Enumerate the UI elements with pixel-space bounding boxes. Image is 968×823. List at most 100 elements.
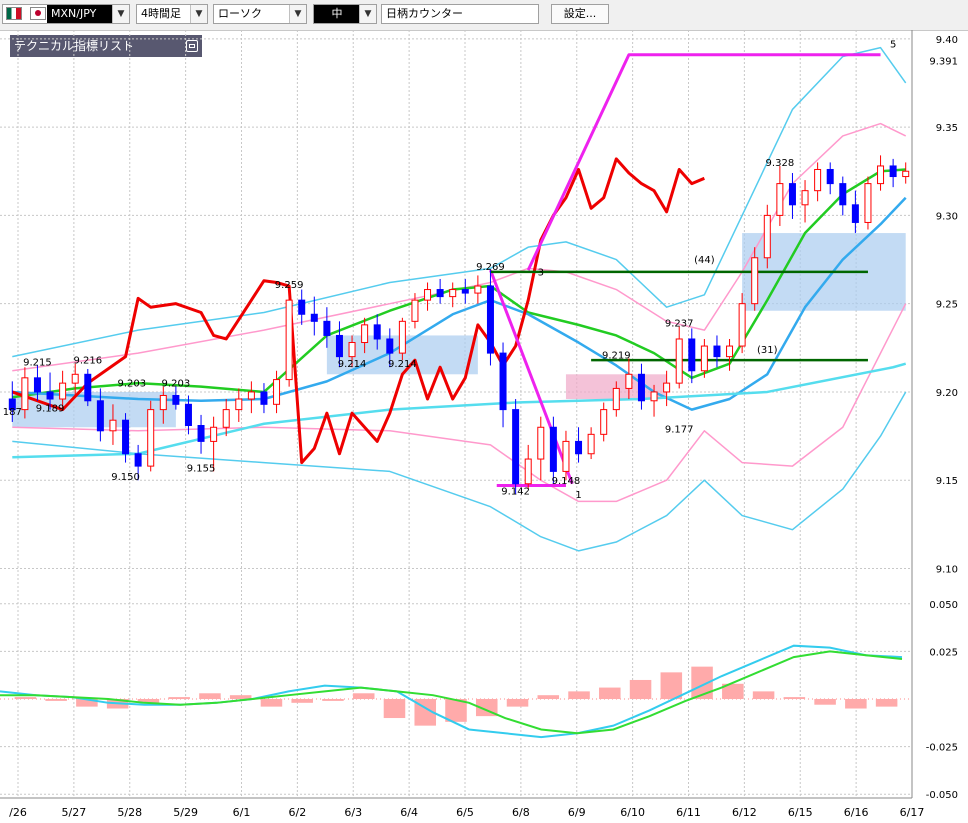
candle-body — [449, 289, 457, 298]
candle-body — [147, 409, 155, 467]
candle-body — [298, 299, 306, 315]
price-tick-label: 9.30 — [936, 211, 958, 222]
price-annotation: 9.177 — [665, 425, 694, 436]
price-annotation: 9.189 — [36, 403, 65, 414]
histogram-bar — [752, 691, 775, 699]
candle-body — [122, 419, 130, 455]
candle-body — [851, 204, 859, 223]
histogram-bar — [322, 699, 344, 701]
candle-body — [537, 426, 545, 460]
candle-body — [71, 373, 79, 384]
histogram-bar — [291, 699, 313, 703]
candle-body — [424, 289, 432, 301]
candle-body — [499, 352, 507, 411]
date-tick-label: 6/5 — [456, 806, 474, 819]
candle-body — [159, 394, 167, 411]
candle-body — [675, 338, 683, 384]
date-tick-label: 6/11 — [676, 806, 701, 819]
date-tick-label: 6/17 — [900, 806, 925, 819]
date-axis: /26 5/27 5/28 5/29 6/1 6/2 6/3 6/4 6/5 6/8 6/9 6/10… — [9, 806, 924, 819]
date-tick-label: 6/15 — [788, 806, 813, 819]
histogram-bar — [168, 697, 190, 699]
macd-tick-label: -0.025 — [926, 743, 958, 754]
histogram-bar — [599, 687, 621, 699]
candle-body — [575, 440, 583, 455]
candle-body — [210, 426, 218, 442]
date-tick-label: 6/16 — [844, 806, 869, 819]
candle-body — [864, 183, 872, 223]
candle-body — [801, 190, 809, 206]
histogram-bar — [537, 695, 560, 699]
macd-tick-label: 0.025 — [929, 647, 958, 658]
price-annotation: 187 — [3, 407, 22, 418]
date-tick-label: 6/2 — [289, 806, 307, 819]
candle-body — [839, 183, 847, 206]
candle-body — [461, 289, 469, 294]
histogram-bar — [383, 699, 406, 719]
candle-body — [222, 409, 230, 428]
price-annotation: 9.237 — [665, 319, 694, 330]
price-tick-label: 9.40 — [936, 35, 958, 46]
candle-body — [751, 257, 759, 305]
candle-body — [562, 440, 570, 472]
candle-body — [877, 165, 885, 185]
price-annotation: 9.148 — [552, 476, 581, 487]
price-annotation: 9.328 — [766, 158, 795, 169]
price-tick-label: 9.25 — [936, 300, 958, 311]
candle-body — [713, 345, 721, 358]
candle-body — [411, 299, 419, 322]
date-tick-label: 6/3 — [344, 806, 362, 819]
candle-body — [474, 285, 482, 294]
candle-body — [348, 342, 356, 358]
price-annotation: (44) — [694, 255, 715, 266]
candle-body — [323, 320, 331, 336]
candle-body — [46, 391, 54, 400]
date-tick-label: 6/9 — [568, 806, 586, 819]
candle-body — [512, 409, 520, 485]
date-tick-label: 6/8 — [512, 806, 530, 819]
histogram-bar — [814, 699, 836, 705]
candle-body — [184, 403, 192, 426]
candle-body — [688, 338, 696, 372]
candle-body — [273, 379, 281, 405]
price-tick-label: 9.10 — [936, 565, 958, 576]
price-annotation: 9.215 — [23, 357, 52, 368]
price-annotation: 9.219 — [602, 350, 631, 361]
histogram-bar — [229, 695, 252, 699]
current-price-label: 9.391 — [929, 57, 958, 68]
candle-body — [663, 382, 671, 393]
candle-body — [600, 409, 608, 435]
histogram-bar — [45, 699, 67, 701]
price-annotation: (31) — [757, 345, 778, 356]
date-tick-label: 6/10 — [620, 806, 645, 819]
date-tick-label: 5/27 — [62, 806, 87, 819]
price-annotation: 5 — [890, 40, 896, 51]
price-annotation: 9.203 — [118, 379, 147, 390]
candle-body — [373, 324, 381, 340]
candle-body — [310, 313, 318, 322]
candles — [8, 155, 910, 495]
candle-body — [700, 345, 708, 372]
histogram-bar — [506, 699, 529, 707]
candle-body — [335, 334, 343, 358]
price-annotation: 9.142 — [501, 486, 530, 497]
candle-body — [436, 289, 444, 298]
price-annotation: 9.203 — [162, 379, 191, 390]
candle-body — [172, 394, 180, 405]
candle-body — [235, 398, 243, 411]
histogram-bar — [260, 699, 283, 707]
date-tick-label: 6/12 — [732, 806, 757, 819]
histogram-bar — [568, 691, 590, 699]
candle-body — [637, 373, 645, 402]
price-annotation: 3 — [538, 267, 544, 278]
candle-body — [260, 391, 268, 405]
date-tick-label: 6/1 — [233, 806, 251, 819]
chart-area: 9.215 9.2169.1891879.203 9.2039.1509.1559.… — [0, 30, 958, 819]
candle-body — [33, 377, 41, 393]
candle-body — [524, 458, 532, 485]
candle-body — [96, 400, 104, 432]
histogram-bar — [629, 679, 652, 699]
candle-body — [625, 373, 633, 389]
price-annotation: 9.150 — [111, 472, 140, 483]
candle-body — [197, 425, 205, 442]
